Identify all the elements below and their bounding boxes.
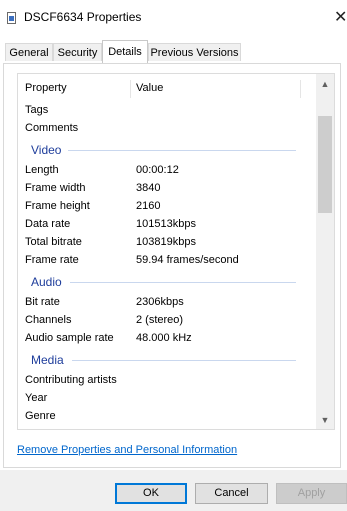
property-value: 2306kbps <box>136 296 184 308</box>
property-name: Contributing artists <box>25 374 117 386</box>
tab-security[interactable]: Security <box>53 43 102 61</box>
group-divider <box>68 150 296 151</box>
list-item[interactable]: Total bitrate 103819kbps <box>18 233 314 251</box>
property-name: Frame width <box>25 182 86 194</box>
list-item[interactable]: Tags <box>18 101 314 119</box>
close-button[interactable]: ✕ <box>334 9 347 26</box>
remove-properties-link[interactable]: Remove Properties and Personal Informati… <box>17 444 237 456</box>
list-item[interactable]: Bit rate 2306kbps <box>18 293 314 311</box>
property-name: Data rate <box>25 218 71 230</box>
ok-button[interactable]: OK <box>115 483 187 504</box>
property-name: Tags <box>25 104 49 116</box>
property-value: 3840 <box>136 182 161 194</box>
tab-details[interactable]: Details <box>102 40 148 64</box>
property-value: 103819kbps <box>136 236 196 248</box>
list-item[interactable]: Channels 2 (stereo) <box>18 311 314 329</box>
scrollbar-thumb[interactable] <box>318 116 332 213</box>
property-list[interactable]: Property Value Tags Comments Video Lengt… <box>17 73 335 430</box>
scroll-down-arrow-icon[interactable]: ▼ <box>316 412 334 429</box>
group-header-video: Video <box>18 141 314 159</box>
list-item[interactable]: Data rate 101513kbps <box>18 215 314 233</box>
list-item[interactable]: Year <box>18 389 314 407</box>
column-header-property[interactable]: Property <box>25 74 67 102</box>
group-label: Media <box>31 353 64 367</box>
title-bar: DSCF6634 Properties ✕ <box>0 0 347 36</box>
group-label: Audio <box>31 275 62 289</box>
property-value: 2160 <box>136 200 161 212</box>
vertical-scrollbar[interactable]: ▲ ▼ <box>316 74 334 429</box>
property-value: 101513kbps <box>136 218 196 230</box>
tab-bar: General Security Details Previous Versio… <box>0 40 347 64</box>
cancel-button[interactable]: Cancel <box>195 483 268 504</box>
property-value: 00:00:12 <box>136 164 179 176</box>
list-item[interactable]: Length 00:00:12 <box>18 161 314 179</box>
column-header-value[interactable]: Value <box>136 74 163 102</box>
property-name: Genre <box>25 410 56 422</box>
list-item[interactable]: Genre <box>18 407 314 425</box>
list-item[interactable]: Frame height 2160 <box>18 197 314 215</box>
apply-button[interactable]: Apply <box>276 483 347 504</box>
list-item[interactable]: Comments <box>18 119 314 137</box>
property-name: Year <box>25 392 48 404</box>
group-header-media: Media <box>18 351 314 369</box>
property-value: 59.94 frames/second <box>136 254 239 266</box>
list-item[interactable]: Frame width 3840 <box>18 179 314 197</box>
property-value: 48.000 kHz <box>136 332 192 344</box>
property-name: Total bitrate <box>25 236 82 248</box>
tab-general[interactable]: General <box>5 43 53 61</box>
group-header-audio: Audio <box>18 273 314 291</box>
property-name: Frame height <box>25 200 90 212</box>
list-item[interactable]: Audio sample rate 48.000 kHz <box>18 329 314 347</box>
column-divider[interactable] <box>300 80 301 98</box>
property-value: 2 (stereo) <box>136 314 184 326</box>
list-item[interactable]: Frame rate 59.94 frames/second <box>18 251 314 269</box>
property-name: Length <box>25 164 59 176</box>
group-divider <box>72 360 296 361</box>
property-name: Bit rate <box>25 296 60 308</box>
property-name: Comments <box>25 122 79 134</box>
tab-previous-versions[interactable]: Previous Versions <box>148 43 241 61</box>
group-divider <box>70 282 296 283</box>
property-name: Frame rate <box>25 254 79 266</box>
window-title: DSCF6634 Properties <box>24 10 142 24</box>
scroll-up-arrow-icon[interactable]: ▲ <box>316 76 334 93</box>
group-label: Video <box>31 143 62 157</box>
property-name: Audio sample rate <box>25 332 114 344</box>
file-icon <box>7 12 16 24</box>
column-divider[interactable] <box>130 80 131 98</box>
property-name: Channels <box>25 314 72 326</box>
list-item[interactable]: Contributing artists <box>18 371 314 389</box>
